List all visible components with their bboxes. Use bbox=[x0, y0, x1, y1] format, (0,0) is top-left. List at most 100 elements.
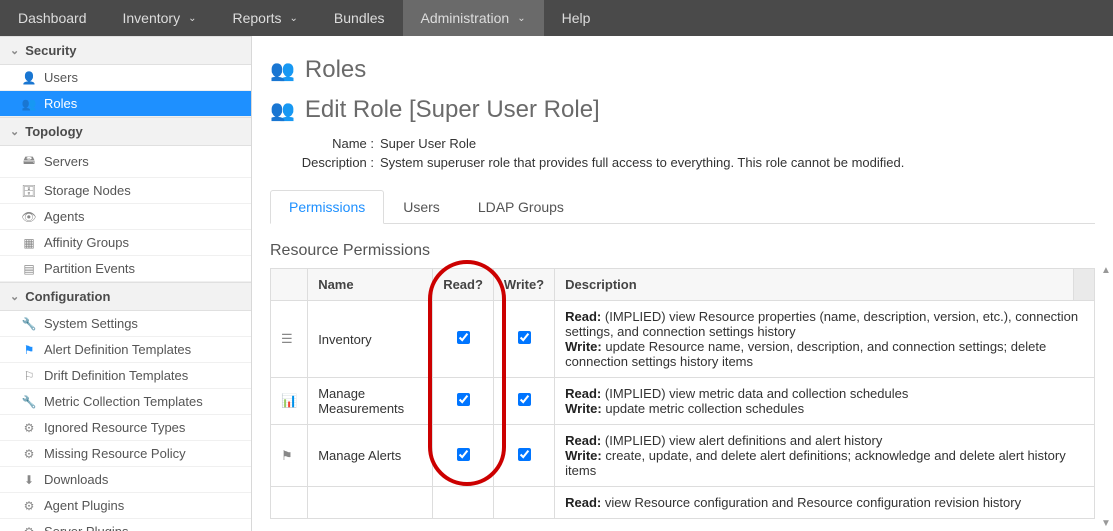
write-checkbox[interactable] bbox=[518, 448, 531, 461]
scroll-gutter bbox=[1074, 269, 1095, 301]
read-checkbox-cell bbox=[433, 301, 494, 378]
read-checkbox[interactable] bbox=[457, 448, 470, 461]
gear-icon: ⚙ bbox=[20, 525, 38, 531]
nav-label: Administration bbox=[421, 10, 510, 26]
tab-label: Permissions bbox=[289, 199, 365, 215]
gear-icon: ⚙ bbox=[20, 421, 38, 435]
section-title: Configuration bbox=[25, 289, 110, 304]
gear-icon: ⚙ bbox=[20, 447, 38, 461]
sidebar-item-roles[interactable]: 👥 Roles bbox=[0, 91, 251, 117]
chevron-down-icon: ⌄ bbox=[10, 44, 19, 57]
row-name: Manage Alerts bbox=[308, 425, 433, 487]
read-checkbox[interactable] bbox=[457, 393, 470, 406]
row-description: Read: (IMPLIED) view alert definitions a… bbox=[555, 425, 1095, 487]
tab-label: LDAP Groups bbox=[478, 199, 564, 215]
sidebar-item-agents[interactable]: 👁 Agents bbox=[0, 204, 251, 230]
description-row: Description : System superuser role that… bbox=[270, 155, 1095, 170]
gear-icon: ⚙ bbox=[20, 499, 38, 513]
nav-help[interactable]: Help bbox=[544, 0, 609, 36]
sidebar-item-label: System Settings bbox=[44, 316, 138, 331]
nav-label: Help bbox=[562, 10, 591, 26]
row-icon-cell bbox=[271, 487, 308, 519]
sidebar-item-system-settings[interactable]: 🔧 System Settings bbox=[0, 311, 251, 337]
sidebar-section-configuration[interactable]: ⌄ Configuration bbox=[0, 282, 251, 311]
table-row: 📊 Manage Measurements Read: (IMPLIED) vi… bbox=[271, 378, 1095, 425]
sidebar-item-label: Alert Definition Templates bbox=[44, 342, 191, 357]
sidebar-item-drift-def-templates[interactable]: ⚐ Drift Definition Templates bbox=[0, 363, 251, 389]
tab-ldap-groups[interactable]: LDAP Groups bbox=[459, 190, 583, 224]
affinity-icon: ▦ bbox=[20, 236, 38, 250]
sidebar-item-alert-def-templates[interactable]: ⚑ Alert Definition Templates bbox=[0, 337, 251, 363]
flag-icon: ⚐ bbox=[20, 369, 38, 383]
nav-reports[interactable]: Reports ⌄ bbox=[214, 0, 315, 36]
nav-label: Inventory bbox=[123, 10, 181, 26]
scroll-track[interactable]: ▲ ▼ bbox=[1101, 36, 1113, 531]
sidebar-item-label: Drift Definition Templates bbox=[44, 368, 188, 383]
flag-icon: ⚑ bbox=[20, 343, 38, 357]
sidebar-section-topology[interactable]: ⌄ Topology bbox=[0, 117, 251, 146]
section-title: Security bbox=[25, 43, 76, 58]
col-icon bbox=[271, 269, 308, 301]
scroll-down-icon[interactable]: ▼ bbox=[1101, 519, 1111, 529]
tab-permissions[interactable]: Permissions bbox=[270, 190, 384, 224]
nav-bundles[interactable]: Bundles bbox=[316, 0, 403, 36]
tab-users[interactable]: Users bbox=[384, 190, 459, 224]
sidebar-section-security[interactable]: ⌄ Security bbox=[0, 36, 251, 65]
write-desc: update metric collection schedules bbox=[605, 401, 804, 416]
users-icon: 👥 bbox=[270, 58, 295, 83]
chevron-down-icon: ⌄ bbox=[10, 290, 19, 303]
nav-inventory[interactable]: Inventory ⌄ bbox=[105, 0, 215, 36]
read-checkbox-cell bbox=[433, 378, 494, 425]
sidebar-item-missing-resource-policy[interactable]: ⚙ Missing Resource Policy bbox=[0, 441, 251, 467]
chevron-down-icon: ⌄ bbox=[290, 13, 298, 24]
scroll-up-icon[interactable]: ▲ bbox=[1101, 266, 1111, 276]
chevron-down-icon: ⌄ bbox=[188, 13, 196, 24]
name-label: Name : bbox=[270, 136, 380, 151]
nav-administration[interactable]: Administration ⌄ bbox=[403, 0, 544, 36]
sidebar-item-partition-events[interactable]: ▤ Partition Events bbox=[0, 256, 251, 282]
sidebar-item-users[interactable]: 👤 Users bbox=[0, 65, 251, 91]
sidebar-item-server-plugins[interactable]: ⚙ Server Plugins bbox=[0, 519, 251, 531]
name-value: Super User Role bbox=[380, 136, 1095, 151]
read-checkbox-cell bbox=[433, 487, 494, 519]
list-icon: ☰ bbox=[281, 331, 293, 346]
sidebar-item-downloads[interactable]: ⬇ Downloads bbox=[0, 467, 251, 493]
chart-icon: 📊 bbox=[281, 393, 297, 408]
sidebar-item-label: Storage Nodes bbox=[44, 183, 131, 198]
sidebar-item-storage-nodes[interactable]: 🗄 Storage Nodes bbox=[0, 178, 251, 204]
write-desc: create, update, and delete alert definit… bbox=[565, 448, 1066, 478]
section-title: Topology bbox=[25, 124, 83, 139]
col-name[interactable]: Name bbox=[308, 269, 433, 301]
write-checkbox[interactable] bbox=[518, 393, 531, 406]
read-checkbox[interactable] bbox=[457, 331, 470, 344]
tabs: Permissions Users LDAP Groups bbox=[270, 190, 1095, 224]
sidebar-item-label: Roles bbox=[44, 96, 77, 111]
write-checkbox-cell bbox=[493, 487, 554, 519]
write-checkbox[interactable] bbox=[518, 331, 531, 344]
description-label: Description : bbox=[270, 155, 380, 170]
col-description[interactable]: Description bbox=[555, 269, 1074, 301]
col-write[interactable]: Write? bbox=[493, 269, 554, 301]
chevron-down-icon: ⌄ bbox=[517, 13, 525, 24]
nav-dashboard[interactable]: Dashboard bbox=[0, 0, 105, 36]
user-icon: 👤 bbox=[20, 71, 38, 85]
sidebar-item-ignored-resource-types[interactable]: ⚙ Ignored Resource Types bbox=[0, 415, 251, 441]
sidebar-item-affinity-groups[interactable]: ▦ Affinity Groups bbox=[0, 230, 251, 256]
server-icon: 🖴 bbox=[20, 151, 38, 172]
table-row: ☰ Inventory Read: (IMPLIED) view Resourc… bbox=[271, 301, 1095, 378]
users-icon: 👥 bbox=[270, 98, 295, 123]
col-read[interactable]: Read? bbox=[433, 269, 494, 301]
permissions-table: Name Read? Write? Description ☰ Inventor… bbox=[270, 268, 1095, 519]
resource-permissions-heading: Resource Permissions bbox=[270, 242, 1095, 260]
sidebar-item-servers[interactable]: 🖴 Servers bbox=[0, 146, 251, 178]
sidebar-item-agent-plugins[interactable]: ⚙ Agent Plugins bbox=[0, 493, 251, 519]
users-icon: 👥 bbox=[20, 97, 38, 111]
nav-label: Dashboard bbox=[18, 10, 87, 26]
sidebar-item-label: Servers bbox=[44, 154, 89, 169]
tab-label: Users bbox=[403, 199, 440, 215]
sidebar-item-label: Missing Resource Policy bbox=[44, 446, 186, 461]
partition-icon: ▤ bbox=[20, 262, 38, 276]
write-desc: update Resource name, version, descripti… bbox=[565, 339, 1046, 369]
sidebar-item-metric-templates[interactable]: 🔧 Metric Collection Templates bbox=[0, 389, 251, 415]
row-description: Read: view Resource configuration and Re… bbox=[555, 487, 1095, 519]
